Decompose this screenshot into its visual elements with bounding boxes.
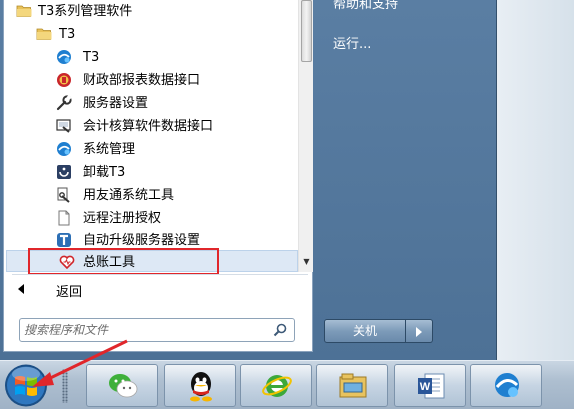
- program-item-t3-folder[interactable]: T3: [4, 23, 298, 46]
- t3-app-icon: [57, 50, 71, 64]
- t3-taskbar-icon: [495, 373, 519, 397]
- program-item-t3-app[interactable]: T3: [4, 46, 298, 69]
- help-and-support-link[interactable]: 帮助和支持: [333, 0, 398, 12]
- program-label: 自动升级服务器设置: [83, 233, 201, 248]
- program-item-finance-report[interactable]: 财政部报表数据接口: [4, 69, 298, 92]
- program-item-uninstall-t3[interactable]: 卸载T3: [4, 161, 298, 184]
- program-label: 远程注册授权: [83, 211, 162, 226]
- start-menu-program-panel: T3系列管理软件 T3 T3 财政部报表数据接口 服务器设置 会计核算软件数据接…: [3, 0, 313, 352]
- t3-app-icon: [57, 142, 71, 156]
- update-icon: [57, 233, 71, 247]
- desktop-background: [497, 0, 574, 360]
- program-item-system-management[interactable]: 系统管理: [4, 138, 298, 161]
- program-item-accounting-interface[interactable]: 会计核算软件数据接口: [4, 115, 298, 138]
- uninstall-icon: [57, 165, 71, 179]
- search-box[interactable]: [19, 318, 295, 342]
- scrollbar-thumb[interactable]: [301, 0, 312, 62]
- program-label: 财政部报表数据接口: [83, 73, 201, 88]
- highlight-annotation-box: [28, 248, 219, 275]
- folder-icon: [36, 28, 52, 40]
- program-label: T3: [83, 50, 100, 65]
- chevron-right-icon: [416, 327, 422, 337]
- program-label: 卸载T3: [83, 165, 126, 180]
- program-label: 服务器设置: [83, 96, 149, 111]
- accounting-interface-icon: [56, 119, 71, 133]
- program-item-remote-registration[interactable]: 远程注册授权: [4, 207, 298, 230]
- taskbar-button-qq[interactable]: [164, 364, 236, 407]
- taskbar: W: [0, 360, 574, 409]
- shutdown-options-button[interactable]: [406, 319, 433, 343]
- back-label: 返回: [56, 285, 83, 300]
- back-button[interactable]: 返回: [4, 278, 304, 302]
- run-link[interactable]: 运行...: [333, 33, 371, 52]
- program-item-t3-series-folder[interactable]: T3系列管理软件: [4, 0, 298, 23]
- internet-explorer-icon: [262, 375, 292, 397]
- file-explorer-icon: [339, 373, 367, 398]
- program-list-scrollbar[interactable]: ▼: [298, 0, 313, 272]
- taskbar-button-word[interactable]: W: [394, 364, 466, 407]
- start-button[interactable]: [2, 362, 50, 409]
- program-item-system-tools[interactable]: 用友通系统工具: [4, 184, 298, 207]
- shutdown-button[interactable]: 关机: [324, 319, 406, 343]
- word-icon: W: [418, 373, 445, 399]
- svg-text:W: W: [420, 381, 431, 393]
- taskbar-button-wechat[interactable]: [86, 364, 158, 407]
- program-label: T3: [59, 27, 76, 42]
- program-label: T3系列管理软件: [38, 4, 133, 19]
- program-label: 系统管理: [83, 142, 136, 157]
- taskbar-button-t3[interactable]: [470, 364, 542, 407]
- search-input[interactable]: [24, 321, 264, 339]
- shutdown-group: 关机: [324, 319, 434, 343]
- start-menu: T3系列管理软件 T3 T3 财政部报表数据接口 服务器设置 会计核算软件数据接…: [0, 0, 497, 360]
- wrench-icon: [56, 95, 72, 111]
- taskbar-button-file-explorer[interactable]: [316, 364, 388, 407]
- program-item-server-settings[interactable]: 服务器设置: [4, 92, 298, 115]
- back-arrow-icon: [18, 284, 24, 294]
- tools-icon: [57, 187, 70, 203]
- program-list: T3系列管理软件 T3 T3 财政部报表数据接口 服务器设置 会计核算软件数据接…: [4, 0, 298, 272]
- folder-icon: [16, 5, 32, 17]
- program-label: 会计核算软件数据接口: [83, 119, 214, 134]
- finance-report-icon: [57, 73, 71, 87]
- wechat-icon: [109, 374, 138, 398]
- program-label: 用友通系统工具: [83, 188, 175, 203]
- search-icon[interactable]: [272, 322, 288, 338]
- scroll-down-arrow-icon[interactable]: ▼: [301, 256, 312, 268]
- taskbar-button-internet-explorer[interactable]: [240, 364, 312, 407]
- qq-icon: [190, 372, 212, 402]
- taskbar-grip[interactable]: [62, 369, 68, 403]
- menu-separator: [12, 274, 308, 275]
- document-icon: [58, 210, 70, 226]
